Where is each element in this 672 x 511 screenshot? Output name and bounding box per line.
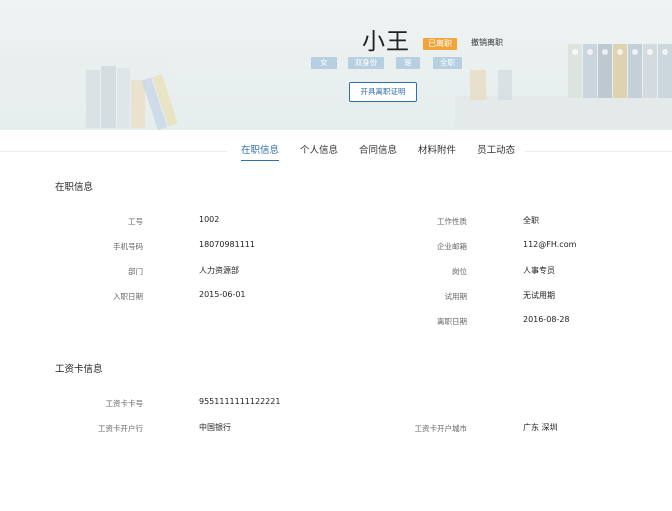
profile-banner: 小王 已离职 撤销离职 女 双身份 是 全职 开具离职证明 (0, 0, 672, 130)
tab-attachments[interactable]: 材料附件 (418, 142, 456, 160)
department-value: 人力资源部 (199, 266, 239, 275)
resignation-date-label: 离职日期 (437, 317, 467, 326)
employment-section-title: 在职信息 (55, 182, 94, 193)
company-email-value: 112@FH.com (523, 240, 577, 249)
bank-value: 中国银行 (199, 423, 231, 432)
hire-date-label: 入职日期 (113, 292, 143, 301)
tab-contract-info[interactable]: 合同信息 (359, 142, 397, 160)
status-badge: 已离职 (423, 38, 457, 50)
gender-tag: 女 (311, 57, 337, 69)
phone-value: 18070981111 (199, 240, 255, 249)
profile-tags: 女 双身份 是 全职 (0, 57, 672, 69)
work-type-label: 工作性质 (437, 217, 467, 226)
probation-value: 无试用期 (523, 291, 555, 300)
work-type-value: 全职 (523, 216, 539, 225)
tab-employment-info[interactable]: 在职信息 (241, 142, 280, 161)
hire-date-value: 2015-06-01 (199, 290, 246, 299)
issue-resignation-certificate-button[interactable]: 开具离职证明 (349, 82, 417, 102)
employee-name: 小王 (362, 29, 410, 55)
identity-tag: 双身份 (348, 57, 384, 69)
department-label: 部门 (128, 267, 143, 276)
employment-type-tag: 全职 (433, 57, 462, 69)
position-label: 岗位 (452, 267, 467, 276)
card-number-label: 工资卡卡号 (105, 399, 144, 408)
tab-employee-activity[interactable]: 员工动态 (477, 142, 515, 160)
tab-bar: 在职信息 个人信息 合同信息 材料附件 员工动态 (227, 141, 526, 161)
card-number-value: 9551111111122221 (199, 397, 281, 406)
bank-label: 工资卡开户行 (98, 424, 143, 433)
bank-city-value: 广东 深圳 (523, 423, 558, 432)
flag-tag: 是 (396, 57, 420, 69)
salary-card-section-title: 工资卡信息 (55, 364, 103, 375)
phone-label: 手机号码 (113, 242, 143, 251)
employee-id-label: 工号 (128, 217, 143, 226)
probation-label: 试用期 (444, 292, 468, 301)
position-value: 人事专员 (523, 266, 555, 275)
tab-personal-info[interactable]: 个人信息 (300, 142, 338, 160)
employee-id-value: 1002 (199, 215, 220, 224)
company-email-label: 企业邮箱 (437, 242, 467, 251)
bank-city-label: 工资卡开户城市 (414, 424, 468, 433)
resignation-date-value: 2016-08-28 (523, 315, 570, 324)
revoke-resignation-link[interactable]: 撤销离职 (471, 37, 503, 49)
